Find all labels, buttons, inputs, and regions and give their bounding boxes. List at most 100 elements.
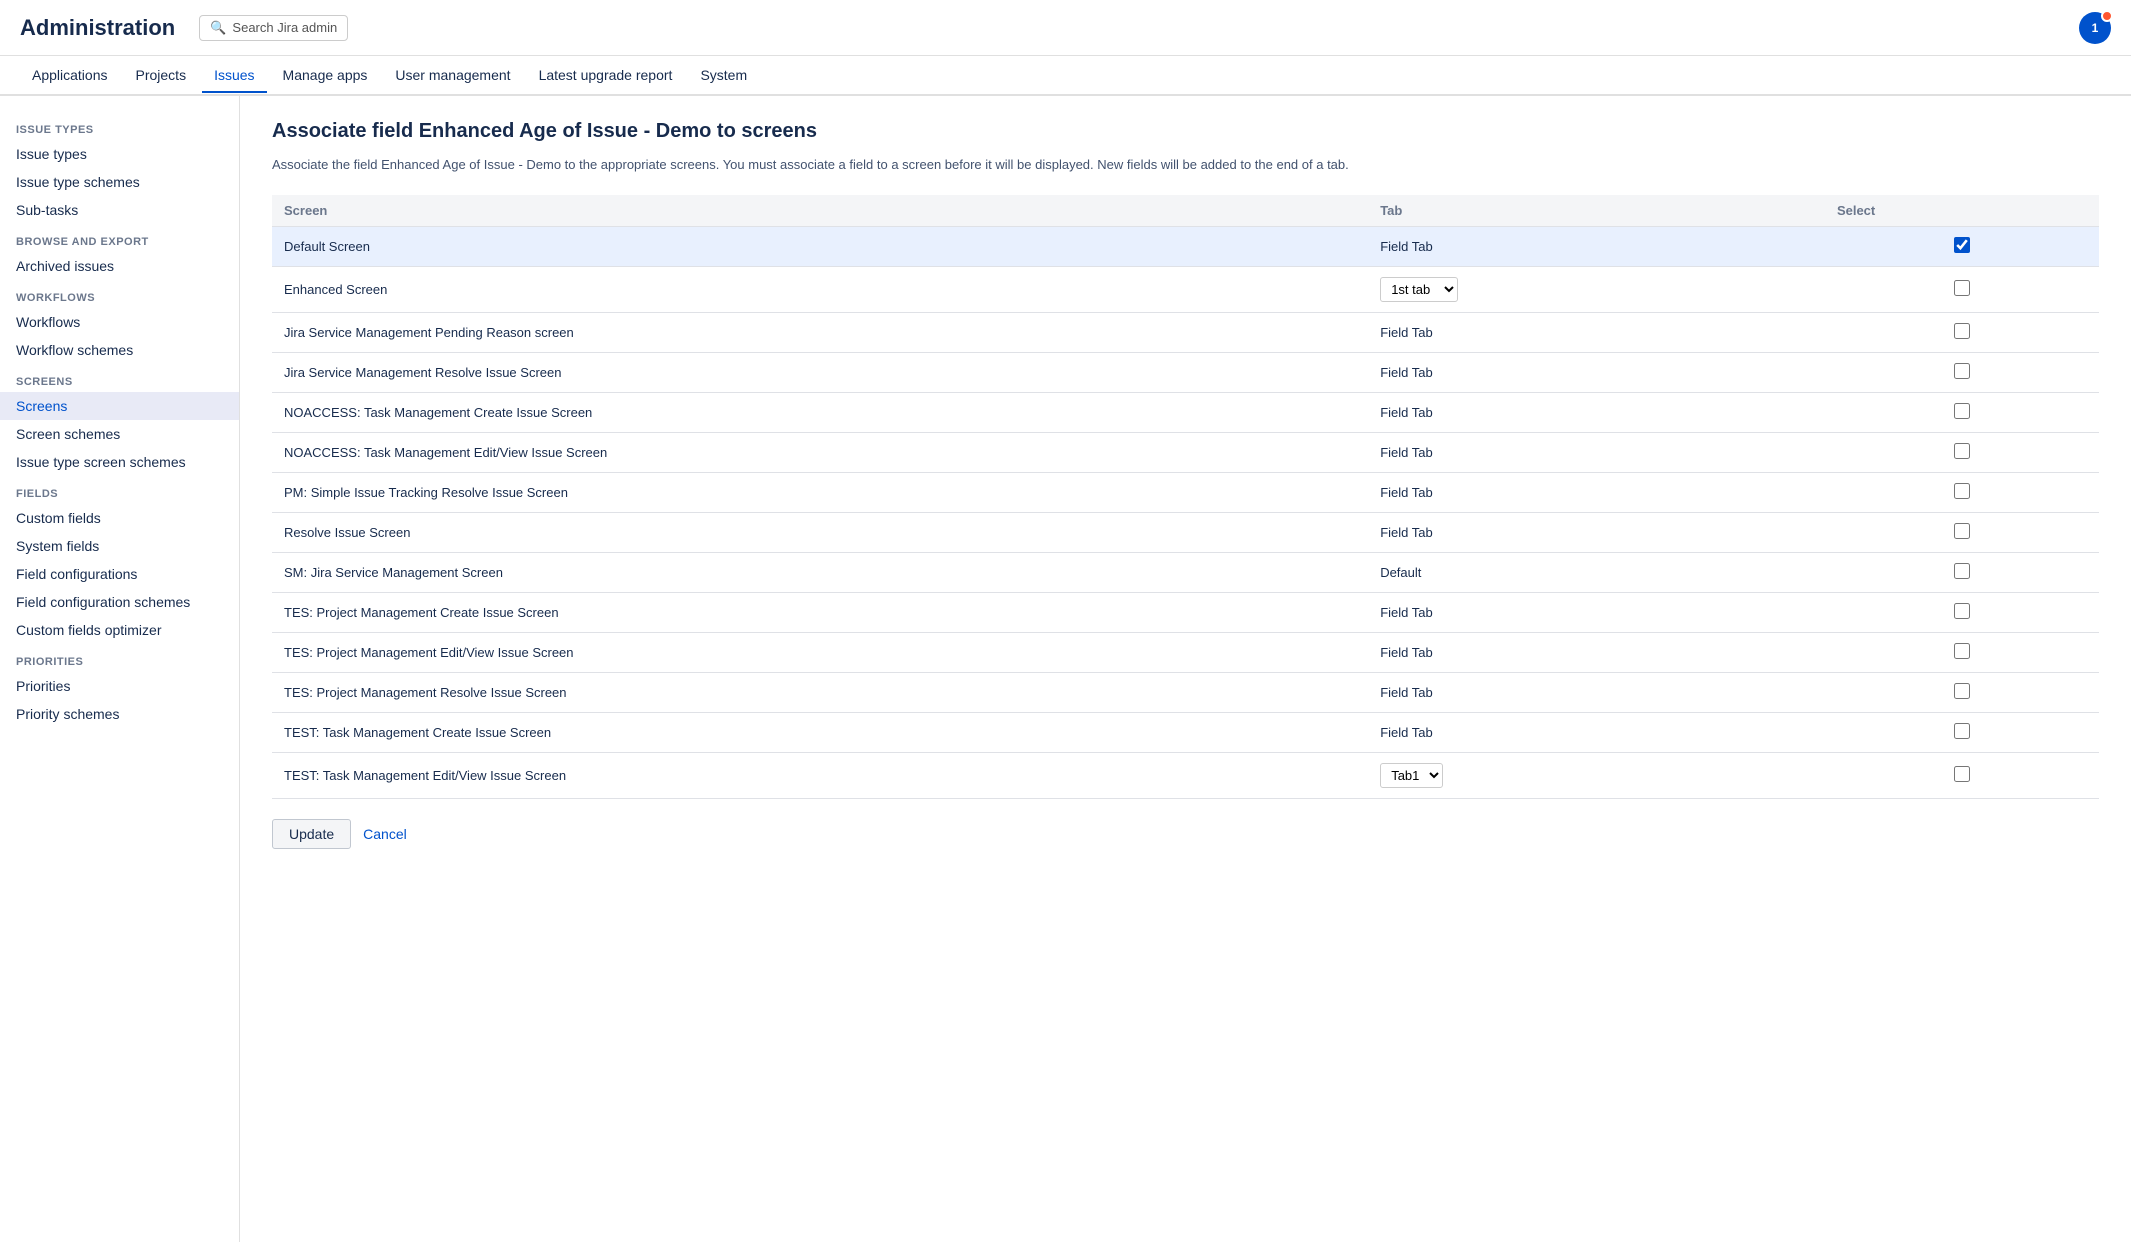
sidebar-item-screens[interactable]: Screens xyxy=(0,392,239,420)
nav-item-projects[interactable]: Projects xyxy=(124,59,199,93)
sidebar-section-issue-types: Issue Types xyxy=(0,112,239,140)
table-row: Default ScreenField Tab xyxy=(272,226,2099,266)
sidebar-item-issue-types[interactable]: Issue types xyxy=(0,140,239,168)
cell-select[interactable] xyxy=(1825,312,2099,352)
sidebar-section-workflows: Workflows xyxy=(0,280,239,308)
sidebar-item-field-configurations[interactable]: Field configurations xyxy=(0,560,239,588)
cell-screen: NOACCESS: Task Management Create Issue S… xyxy=(272,392,1368,432)
cell-tab[interactable]: Tab1Tab2 xyxy=(1368,752,1825,798)
row-checkbox-11[interactable] xyxy=(1954,683,1970,699)
sidebar-item-screen-schemes[interactable]: Screen schemes xyxy=(0,420,239,448)
screens-table: Screen Tab Select Default ScreenField Ta… xyxy=(272,195,2099,799)
row-checkbox-7[interactable] xyxy=(1954,523,1970,539)
sidebar-section-browse-and-export: Browse and Export xyxy=(0,224,239,252)
sidebar-item-archived-issues[interactable]: Archived issues xyxy=(0,252,239,280)
row-checkbox-12[interactable] xyxy=(1954,723,1970,739)
row-checkbox-9[interactable] xyxy=(1954,603,1970,619)
table-row: TES: Project Management Edit/View Issue … xyxy=(272,632,2099,672)
row-checkbox-13[interactable] xyxy=(1954,766,1970,782)
col-select-header: Select xyxy=(1825,195,2099,227)
sidebar-item-field-configuration-schemes[interactable]: Field configuration schemes xyxy=(0,588,239,616)
nav-item-manage-apps[interactable]: Manage apps xyxy=(271,59,380,93)
table-row: NOACCESS: Task Management Edit/View Issu… xyxy=(272,432,2099,472)
table-row: PM: Simple Issue Tracking Resolve Issue … xyxy=(272,472,2099,512)
table-row: TEST: Task Management Edit/View Issue Sc… xyxy=(272,752,2099,798)
notification-count: 1 xyxy=(2092,21,2099,35)
cell-select[interactable] xyxy=(1825,632,2099,672)
notification-circle: 1 xyxy=(2079,12,2111,44)
cell-select[interactable] xyxy=(1825,266,2099,312)
row-checkbox-8[interactable] xyxy=(1954,563,1970,579)
cell-select[interactable] xyxy=(1825,226,2099,266)
sidebar-item-workflows[interactable]: Workflows xyxy=(0,308,239,336)
sidebar-item-issue-type-screen-schemes[interactable]: Issue type screen schemes xyxy=(0,448,239,476)
sidebar-section-priorities: Priorities xyxy=(0,644,239,672)
sidebar-item-system-fields[interactable]: System fields xyxy=(0,532,239,560)
sidebar-item-custom-fields-optimizer[interactable]: Custom fields optimizer xyxy=(0,616,239,644)
search-box[interactable]: 🔍 Search Jira admin xyxy=(199,15,348,41)
cell-screen: Enhanced Screen xyxy=(272,266,1368,312)
nav-item-user-management[interactable]: User management xyxy=(383,59,522,93)
cell-select[interactable] xyxy=(1825,472,2099,512)
cell-tab: Field Tab xyxy=(1368,592,1825,632)
row-checkbox-6[interactable] xyxy=(1954,483,1970,499)
notification-badge[interactable]: 1 xyxy=(2079,12,2111,44)
cell-select[interactable] xyxy=(1825,712,2099,752)
table-row: Jira Service Management Resolve Issue Sc… xyxy=(272,352,2099,392)
cell-select[interactable] xyxy=(1825,552,2099,592)
cell-select[interactable] xyxy=(1825,592,2099,632)
sidebar-item-priority-schemes[interactable]: Priority schemes xyxy=(0,700,239,728)
row-checkbox-5[interactable] xyxy=(1954,443,1970,459)
row-checkbox-4[interactable] xyxy=(1954,403,1970,419)
row-checkbox-3[interactable] xyxy=(1954,363,1970,379)
sidebar-item-issue-type-schemes[interactable]: Issue type schemes xyxy=(0,168,239,196)
nav-item-applications[interactable]: Applications xyxy=(20,59,120,93)
cell-tab: Field Tab xyxy=(1368,432,1825,472)
cell-screen: PM: Simple Issue Tracking Resolve Issue … xyxy=(272,472,1368,512)
tab-select-1[interactable]: 1st tab2nd tab3rd tab xyxy=(1380,277,1458,302)
table-row: Enhanced Screen 1st tab2nd tab3rd tab xyxy=(272,266,2099,312)
form-actions: Update Cancel xyxy=(272,819,2099,849)
nav-item-system[interactable]: System xyxy=(688,59,759,93)
cell-tab: Field Tab xyxy=(1368,632,1825,672)
cell-select[interactable] xyxy=(1825,672,2099,712)
cell-tab: Field Tab xyxy=(1368,672,1825,712)
row-checkbox-2[interactable] xyxy=(1954,323,1970,339)
search-icon: 🔍 xyxy=(210,20,226,36)
tab-select-13[interactable]: Tab1Tab2 xyxy=(1380,763,1443,788)
cell-select[interactable] xyxy=(1825,392,2099,432)
cell-select[interactable] xyxy=(1825,752,2099,798)
row-checkbox-0[interactable] xyxy=(1954,237,1970,253)
sidebar-item-custom-fields[interactable]: Custom fields xyxy=(0,504,239,532)
sidebar-item-priorities[interactable]: Priorities xyxy=(0,672,239,700)
sidebar-item-workflow-schemes[interactable]: Workflow schemes xyxy=(0,336,239,364)
cell-screen: Default Screen xyxy=(272,226,1368,266)
row-checkbox-1[interactable] xyxy=(1954,280,1970,296)
table-row: NOACCESS: Task Management Create Issue S… xyxy=(272,392,2099,432)
cell-tab: Default xyxy=(1368,552,1825,592)
sidebar-item-sub-tasks[interactable]: Sub-tasks xyxy=(0,196,239,224)
cancel-button[interactable]: Cancel xyxy=(363,820,407,848)
cell-tab: Field Tab xyxy=(1368,712,1825,752)
update-button[interactable]: Update xyxy=(272,819,351,849)
cell-select[interactable] xyxy=(1825,352,2099,392)
table-row: SM: Jira Service Management ScreenDefaul… xyxy=(272,552,2099,592)
row-checkbox-10[interactable] xyxy=(1954,643,1970,659)
cell-select[interactable] xyxy=(1825,432,2099,472)
cell-tab[interactable]: 1st tab2nd tab3rd tab xyxy=(1368,266,1825,312)
sidebar: Issue TypesIssue typesIssue type schemes… xyxy=(0,96,240,1242)
page-title: Associate field Enhanced Age of Issue - … xyxy=(272,120,2099,143)
header: Administration 🔍 Search Jira admin 1 xyxy=(0,0,2131,56)
table-row: Jira Service Management Pending Reason s… xyxy=(272,312,2099,352)
cell-screen: TES: Project Management Create Issue Scr… xyxy=(272,592,1368,632)
search-label: Search Jira admin xyxy=(232,20,337,35)
cell-select[interactable] xyxy=(1825,512,2099,552)
cell-tab: Field Tab xyxy=(1368,392,1825,432)
nav-item-issues[interactable]: Issues xyxy=(202,59,266,93)
cell-tab: Field Tab xyxy=(1368,226,1825,266)
cell-screen: TES: Project Management Resolve Issue Sc… xyxy=(272,672,1368,712)
cell-screen: TEST: Task Management Edit/View Issue Sc… xyxy=(272,752,1368,798)
cell-tab: Field Tab xyxy=(1368,352,1825,392)
nav-item-latest-upgrade-report[interactable]: Latest upgrade report xyxy=(527,59,685,93)
cell-screen: Resolve Issue Screen xyxy=(272,512,1368,552)
